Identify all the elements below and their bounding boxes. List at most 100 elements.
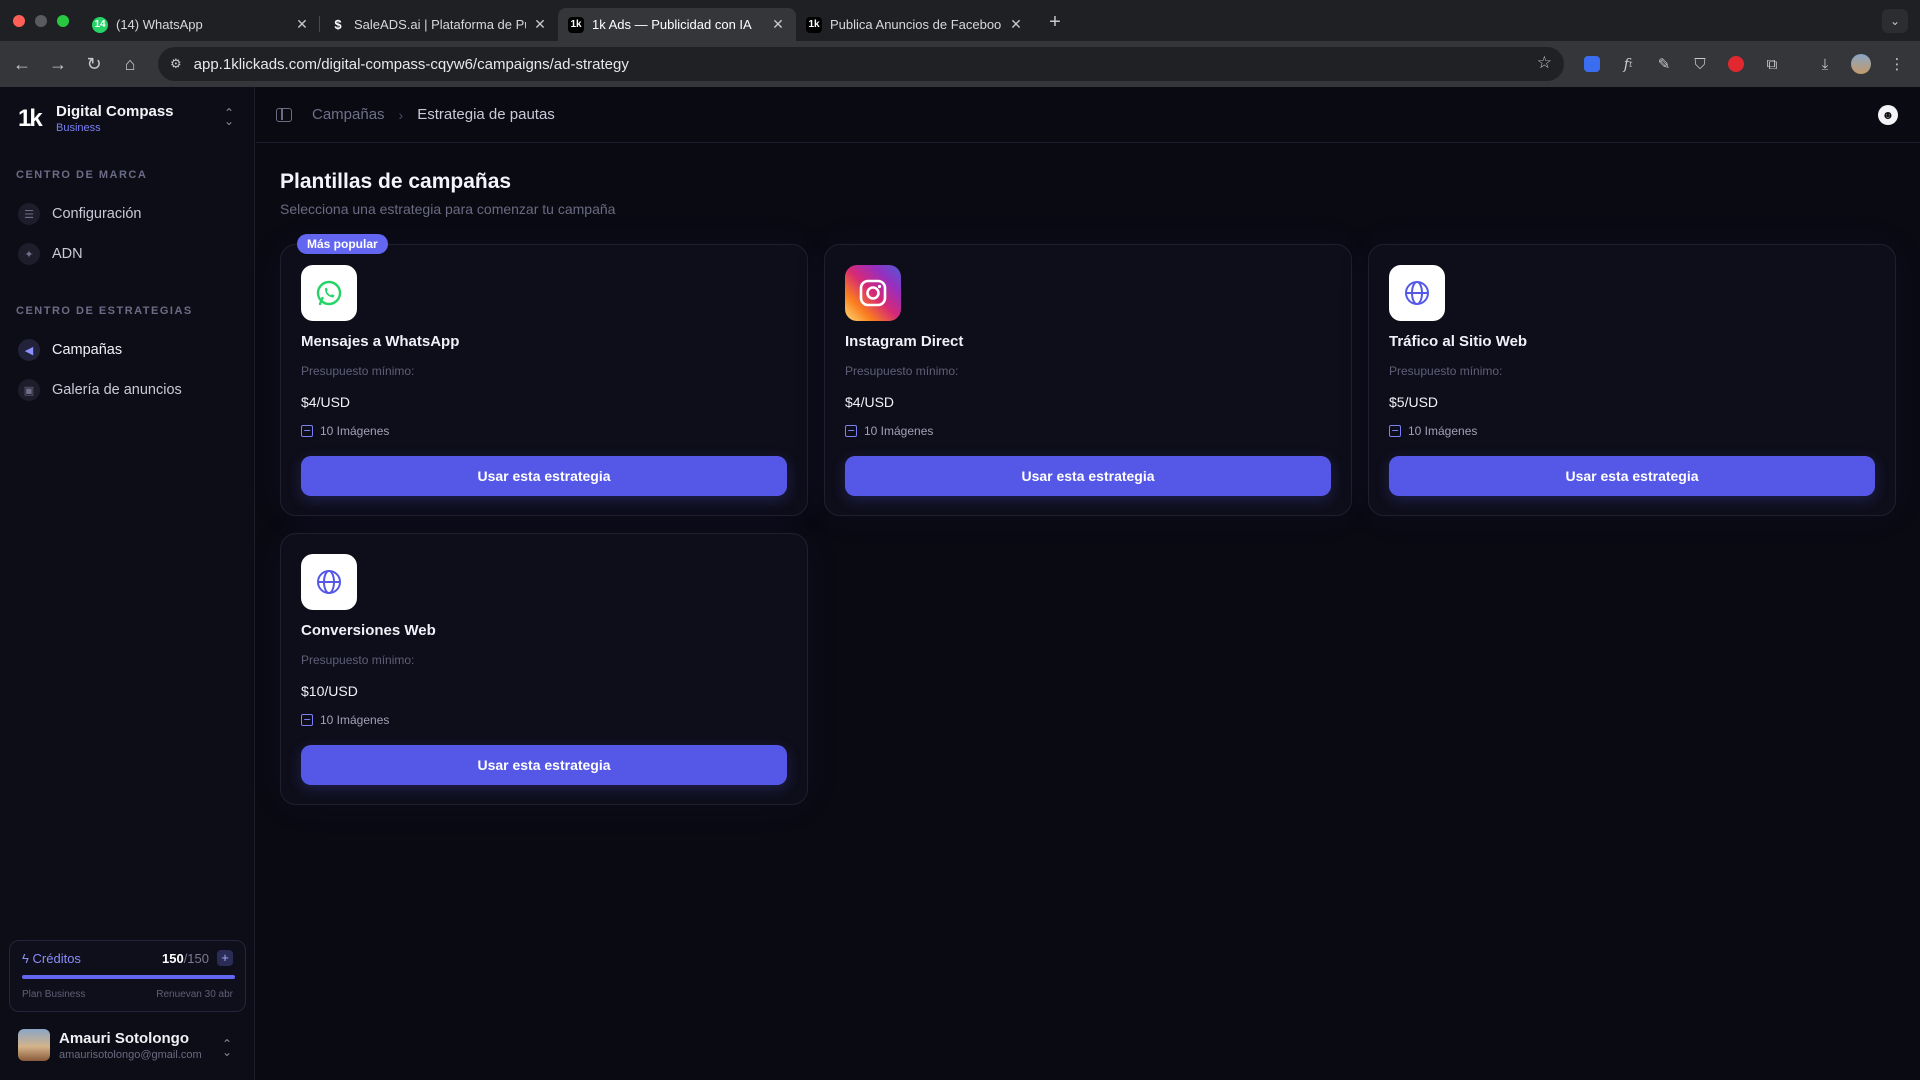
card-budget-label: Presupuesto mínimo: [1389, 364, 1503, 378]
card-budget-label: Presupuesto mínimo: [301, 653, 415, 667]
card-title: Instagram Direct [845, 333, 964, 350]
site-settings-icon[interactable]: ⚙ [170, 56, 182, 72]
workspace-name: Digital Compass [56, 103, 174, 120]
profile-avatar-icon[interactable] [1851, 54, 1871, 74]
card-budget-label: Presupuesto mínimo: [301, 364, 415, 378]
use-strategy-button[interactable]: Usar esta estrategia [301, 745, 787, 785]
url-text: app.1klickads.com/digital-compass-cqyw6/… [193, 55, 629, 73]
sidebar-item-adn[interactable]: ✦ ADN [18, 239, 238, 269]
sidebar-item-configuracion[interactable]: ☰ Configuración [18, 199, 238, 229]
breadcrumb-current: Estrategia de pautas [417, 106, 555, 123]
address-bar[interactable]: ⚙ app.1klickads.com/digital-compass-cqyw… [158, 47, 1564, 81]
breadcrumb-campanas[interactable]: Campañas [312, 106, 385, 123]
close-tab-icon[interactable]: ✕ [532, 16, 548, 33]
extension-red-hand-icon[interactable] [1728, 56, 1744, 72]
image-icon [301, 714, 313, 726]
add-credits-button[interactable]: + [217, 950, 233, 966]
sidebar-toggle-icon[interactable] [276, 107, 292, 122]
whatsapp-favicon-icon: 14 [92, 16, 108, 33]
brand-logo: 1k [18, 104, 43, 132]
card-images-text: 10 Imágenes [1408, 424, 1478, 438]
strategy-card-web-traffic: Tráfico al Sitio Web Presupuesto mínimo:… [1368, 244, 1896, 516]
credits-label-text: Créditos [32, 951, 81, 966]
use-strategy-button[interactable]: Usar esta estrategia [301, 456, 787, 496]
page-title: Plantillas de campañas [280, 170, 512, 193]
section-title-brand: CENTRO DE MARCA [16, 169, 148, 181]
close-tab-icon[interactable]: ✕ [1008, 16, 1024, 33]
sidebar-item-galeria[interactable]: ▣ Galería de anuncios [18, 375, 238, 405]
reload-icon[interactable]: ↻ [76, 54, 112, 75]
close-tab-icon[interactable]: ✕ [294, 16, 310, 33]
browser-tab-facebook-ads[interactable]: 1k Publica Anuncios de Facebook ✕ [796, 8, 1034, 41]
strategy-card-instagram: Instagram Direct Presupuesto mínimo: $4/… [824, 244, 1352, 516]
use-strategy-button[interactable]: Usar esta estrategia [1389, 456, 1875, 496]
credits-plan: Plan Business [22, 989, 86, 1000]
credits-progress-bar [22, 975, 235, 979]
whatsapp-icon [301, 265, 357, 321]
sidebar-item-label: ADN [52, 246, 83, 262]
forward-icon[interactable]: → [40, 54, 76, 75]
new-tab-icon[interactable]: + [1040, 11, 1070, 34]
minimize-window-button[interactable] [35, 14, 47, 27]
card-images-text: 10 Imágenes [320, 713, 390, 727]
1k-favicon-icon: 1k [568, 16, 584, 33]
1k-favicon-icon: 1k [806, 16, 822, 33]
card-budget-label: Presupuesto mínimo: [845, 364, 959, 378]
credits-count: 150/150 [162, 951, 209, 966]
tab-search-chevron-icon[interactable]: ⌄ [1882, 9, 1908, 33]
close-tab-icon[interactable]: ✕ [770, 16, 786, 33]
maximize-window-button[interactable] [57, 14, 69, 27]
globe-icon [1389, 265, 1445, 321]
close-window-button[interactable] [13, 14, 25, 27]
chevron-up-down-icon[interactable]: ⌃ ⌄ [222, 1038, 232, 1058]
card-images: 10 Imágenes [1389, 424, 1477, 438]
credits-used: 150 [161, 951, 184, 966]
browser-tab-1kads[interactable]: 1k 1k Ads — Publicidad con IA ✕ [558, 8, 796, 41]
instagram-icon [845, 265, 901, 321]
extension-fx-icon[interactable]: ft [1617, 53, 1639, 75]
window-controls [0, 14, 82, 27]
user-name: Amauri Sotolongo [59, 1029, 189, 1047]
lightning-icon: ϟ [22, 951, 29, 966]
browser-tab-whatsapp[interactable]: 14 (14) WhatsApp ✕ [82, 8, 320, 41]
page-subtitle: Selecciona una estrategia para comenzar … [280, 201, 616, 217]
sparkle-icon: ✦ [18, 243, 40, 265]
user-email: amaurisotolongo@gmail.com [59, 1048, 202, 1061]
card-title: Tráfico al Sitio Web [1389, 333, 1528, 350]
extensions-puzzle-icon[interactable]: ⧉ [1761, 53, 1783, 75]
strategy-card-whatsapp: Más popular Mensajes a WhatsApp Presupue… [280, 234, 808, 516]
breadcrumb-chevron-icon: › [398, 106, 404, 123]
extension-blue-icon[interactable] [1584, 56, 1600, 72]
browser-tab-saleads[interactable]: $ SaleADS.ai | Plataforma de Publicidad … [320, 8, 558, 41]
browser-tab-bar: 14 (14) WhatsApp ✕ $ SaleADS.ai | Plataf… [0, 0, 1920, 41]
strategy-card-web-conversions: Conversiones Web Presupuesto mínimo: $10… [280, 533, 808, 805]
sidebar-item-label: Campañas [52, 342, 123, 358]
credits-renew-date: Renuevan 30 abr [156, 989, 233, 1000]
bookmark-star-icon[interactable]: ☆ [1537, 53, 1552, 73]
megaphone-icon: ◀ [18, 339, 40, 361]
workspace-switcher[interactable]: 1k Digital Compass Business [18, 103, 174, 134]
topbar: Campañas › Estrategia de pautas ☻ [256, 87, 1920, 143]
use-strategy-button[interactable]: Usar esta estrategia [845, 456, 1331, 496]
browser-toolbar: ← → ↻ ⌂ ⚙ app.1klickads.com/digital-comp… [0, 41, 1920, 87]
account-badge-icon[interactable]: ☻ [1878, 105, 1898, 125]
sliders-icon: ☰ [18, 203, 40, 225]
tab-title: SaleADS.ai | Plataforma de Publicidad [354, 17, 526, 32]
card-title: Conversiones Web [301, 622, 436, 639]
eyedropper-icon[interactable]: ✎ [1653, 53, 1675, 75]
download-icon[interactable]: ⤓ [1814, 53, 1836, 75]
chevron-up-down-icon[interactable]: ⌃ ⌄ [224, 107, 234, 127]
tab-title: Publica Anuncios de Facebook [830, 17, 1002, 32]
sidebar-item-campanas[interactable]: ◀ Campañas [18, 335, 238, 365]
user-menu[interactable]: Amauri Sotolongo amaurisotolongo@gmail.c… [18, 1029, 202, 1061]
dollar-favicon-icon: $ [334, 17, 342, 32]
gallery-icon: ▣ [18, 379, 40, 401]
credits-panel: ϟ Créditos 150/150 + Plan Business Renue… [9, 940, 246, 1012]
image-icon [845, 425, 857, 437]
home-icon[interactable]: ⌂ [112, 54, 148, 75]
tab-title: 1k Ads — Publicidad con IA [592, 17, 752, 32]
popular-badge: Más popular [297, 234, 388, 254]
browser-menu-icon[interactable]: ⋮ [1886, 53, 1908, 75]
shield-icon[interactable]: ⛉ [1689, 53, 1711, 75]
back-icon[interactable]: ← [4, 54, 40, 75]
